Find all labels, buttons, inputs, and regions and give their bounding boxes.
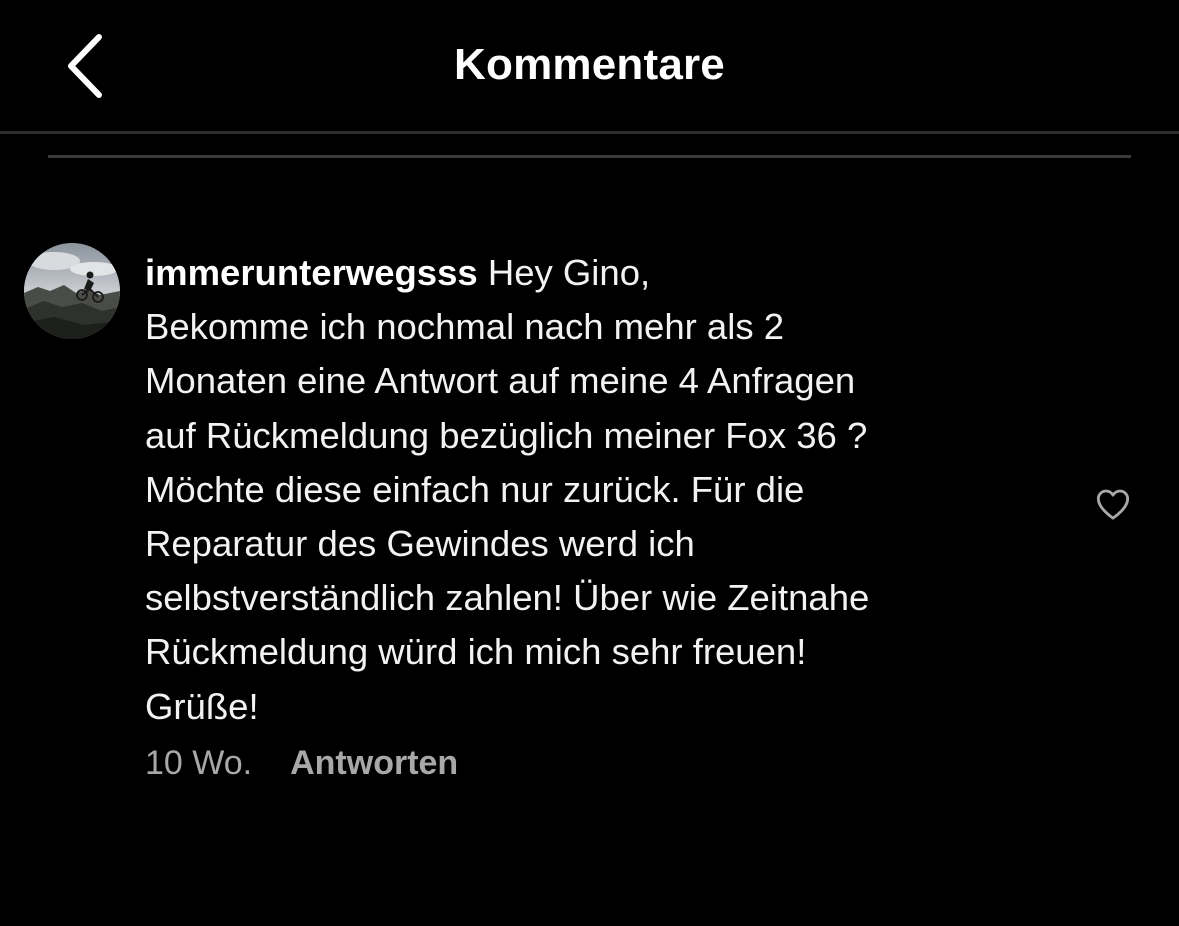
comment-meta: 10 Wo. Antworten xyxy=(145,744,458,783)
comment-line: selbstverständlich zahlen! Über wie Zeit… xyxy=(145,577,870,619)
comment-line: Reparatur des Gewindes werd ich xyxy=(145,523,695,565)
comment-greeting: Hey Gino, xyxy=(477,252,651,293)
comment-line: Rückmeldung würd ich mich sehr freuen! xyxy=(145,631,807,673)
like-button[interactable] xyxy=(1092,484,1134,524)
comment-first-line: immerunterwegsss Hey Gino, xyxy=(145,246,1045,300)
comment-line: auf Rückmeldung bezüglich meiner Fox 36 … xyxy=(145,414,868,456)
header-divider xyxy=(0,131,1179,134)
heart-outline-icon xyxy=(1096,489,1130,520)
comment-line: Möchte diese einfach nur zurück. Für die xyxy=(145,468,805,510)
avatar-image xyxy=(24,243,120,339)
comment-text: immerunterwegsss Hey Gino, Bekomme ich n… xyxy=(145,246,1045,734)
comment-username[interactable]: immerunterwegsss xyxy=(145,252,478,293)
reply-button[interactable]: Antworten xyxy=(290,744,458,783)
section-divider xyxy=(48,155,1131,158)
header: Kommentare xyxy=(0,0,1179,134)
comments-screen: Kommentare immerunterwegsss Hey Gino, Be… xyxy=(0,0,1179,926)
avatar[interactable] xyxy=(24,243,120,339)
comment-line: Monaten eine Antwort auf meine 4 Anfrage… xyxy=(145,360,856,402)
page-title: Kommentare xyxy=(454,40,725,89)
comment-line: Bekomme ich nochmal nach mehr als 2 xyxy=(145,306,785,348)
comment-line: Grüße! xyxy=(145,685,259,727)
comment-timestamp: 10 Wo. xyxy=(145,744,253,782)
